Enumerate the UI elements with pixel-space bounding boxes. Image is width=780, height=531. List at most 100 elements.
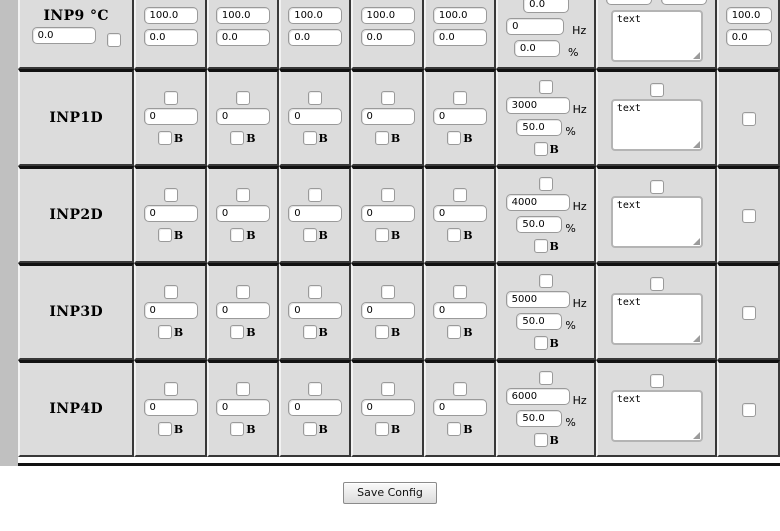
analog-col-1-low-input[interactable]: 0.0: [143, 28, 198, 46]
analog-hz-input[interactable]: 0: [506, 17, 565, 35]
inp3d-col-4-input[interactable]: 0: [360, 301, 415, 319]
inp3d-col-2-b-checkbox[interactable]: [230, 325, 245, 339]
inp1d-col-4-input[interactable]: 0: [360, 107, 415, 125]
inp3d-note-textarea[interactable]: text: [610, 293, 703, 345]
analog-col-1-high-input[interactable]: 100.0: [143, 6, 198, 24]
inp2d-col-5-checkbox[interactable]: [452, 188, 467, 202]
inp4d-col-2-checkbox[interactable]: [235, 382, 250, 396]
inp3d-last-checkbox[interactable]: [741, 306, 756, 320]
inp1d-col-3-b-checkbox[interactable]: [302, 131, 317, 145]
inp4d-col-1-checkbox[interactable]: [163, 382, 178, 396]
analog-col-3-high-input[interactable]: 100.0: [288, 6, 343, 24]
analog-col-2-low-input[interactable]: 0.0: [215, 28, 270, 46]
inp3d-col-5-checkbox[interactable]: [452, 285, 467, 299]
analog-col-5-high-input[interactable]: 100.0: [432, 6, 487, 24]
analog-note-clipped-input-2[interactable]: [661, 0, 708, 5]
inp4d-hz-input[interactable]: 6000: [505, 387, 570, 405]
analog-freq-top-input[interactable]: 0.0: [523, 0, 570, 13]
inp2d-col-4-checkbox[interactable]: [380, 188, 395, 202]
inp2d-last-checkbox[interactable]: [741, 209, 756, 223]
analog-duty-input[interactable]: 0.0: [513, 39, 560, 57]
inp1d-freq-b-checkbox[interactable]: [533, 142, 548, 156]
analog-last-high-input[interactable]: 100.0: [725, 6, 772, 24]
inp1d-col-1-b-checkbox[interactable]: [157, 131, 172, 145]
inp2d-col-1-b-checkbox[interactable]: [157, 228, 172, 242]
inp4d-col-5-b-checkbox[interactable]: [447, 422, 462, 436]
inp3d-col-5-input[interactable]: 0: [432, 301, 487, 319]
inp2d-col-5-input[interactable]: 0: [432, 204, 487, 222]
analog-col-3-low-input[interactable]: 0.0: [288, 28, 343, 46]
inp1d-hz-input[interactable]: 3000: [505, 96, 570, 114]
inp2d-note-checkbox[interactable]: [649, 179, 664, 194]
inp2d-col-2-input[interactable]: 0: [215, 204, 270, 222]
inp2d-col-4-b-checkbox[interactable]: [374, 228, 389, 242]
resize-grip-icon[interactable]: [692, 432, 700, 439]
inp4d-freq-enable-checkbox[interactable]: [539, 371, 554, 385]
inp2d-col-2-b-checkbox[interactable]: [230, 228, 245, 242]
inp4d-col-3-checkbox[interactable]: [308, 382, 323, 396]
inp1d-duty-input[interactable]: 50.0: [516, 118, 563, 136]
inp4d-col-3-input[interactable]: 0: [288, 398, 343, 416]
inp2d-duty-input[interactable]: 50.0: [516, 215, 563, 233]
analog-note-textarea[interactable]: text: [610, 10, 703, 62]
analog-col-2-high-input[interactable]: 100.0: [215, 6, 270, 24]
inp4d-col-5-checkbox[interactable]: [452, 382, 467, 396]
resize-grip-icon[interactable]: [692, 335, 700, 342]
inp1d-note-checkbox[interactable]: [649, 82, 664, 97]
inp3d-col-3-b-checkbox[interactable]: [302, 325, 317, 339]
inp1d-col-3-input[interactable]: 0: [288, 107, 343, 125]
inp4d-last-checkbox[interactable]: [741, 403, 756, 417]
inp2d-note-textarea[interactable]: text: [610, 196, 703, 248]
save-config-button[interactable]: Save Config: [343, 482, 437, 504]
inp4d-col-4-b-checkbox[interactable]: [374, 422, 389, 436]
inp4d-col-2-b-checkbox[interactable]: [230, 422, 245, 436]
inp4d-col-3-b-checkbox[interactable]: [302, 422, 317, 436]
inp3d-col-1-b-checkbox[interactable]: [157, 325, 172, 339]
inp2d-col-3-input[interactable]: 0: [288, 204, 343, 222]
inp4d-note-checkbox[interactable]: [649, 373, 664, 388]
analog-col-4-low-input[interactable]: 0.0: [360, 28, 415, 46]
inp1d-col-1-checkbox[interactable]: [163, 91, 178, 105]
inp3d-col-3-checkbox[interactable]: [308, 285, 323, 299]
inp3d-col-4-b-checkbox[interactable]: [374, 325, 389, 339]
inp1d-col-4-b-checkbox[interactable]: [374, 131, 389, 145]
inp2d-col-5-b-checkbox[interactable]: [447, 228, 462, 242]
inp4d-col-4-checkbox[interactable]: [380, 382, 395, 396]
inp1d-note-textarea[interactable]: text: [610, 99, 703, 151]
inp3d-duty-input[interactable]: 50.0: [516, 312, 563, 330]
resize-grip-icon[interactable]: [692, 141, 700, 148]
inp3d-col-1-checkbox[interactable]: [163, 285, 178, 299]
inp3d-col-1-input[interactable]: 0: [143, 301, 198, 319]
analog-col-4-high-input[interactable]: 100.0: [360, 6, 415, 24]
inp3d-col-3-input[interactable]: 0: [288, 301, 343, 319]
inp1d-col-5-input[interactable]: 0: [432, 107, 487, 125]
inp3d-col-2-input[interactable]: 0: [215, 301, 270, 319]
inp4d-col-1-b-checkbox[interactable]: [157, 422, 172, 436]
inp4d-col-2-input[interactable]: 0: [215, 398, 270, 416]
inp4d-col-1-input[interactable]: 0: [143, 398, 198, 416]
analog-note-clipped-input-1[interactable]: [606, 0, 653, 5]
inp3d-col-4-checkbox[interactable]: [380, 285, 395, 299]
resize-grip-icon[interactable]: [692, 52, 700, 59]
inp2d-col-4-input[interactable]: 0: [360, 204, 415, 222]
inp2d-freq-enable-checkbox[interactable]: [539, 177, 554, 191]
inp9-span-input[interactable]: 0.0: [31, 27, 96, 44]
inp2d-col-3-checkbox[interactable]: [308, 188, 323, 202]
inp1d-col-1-input[interactable]: 0: [143, 107, 198, 125]
inp2d-col-3-b-checkbox[interactable]: [302, 228, 317, 242]
inp1d-col-5-b-checkbox[interactable]: [447, 131, 462, 145]
inp2d-col-2-checkbox[interactable]: [235, 188, 250, 202]
inp4d-note-textarea[interactable]: text: [610, 390, 703, 442]
inp2d-hz-input[interactable]: 4000: [505, 193, 570, 211]
inp1d-col-5-checkbox[interactable]: [452, 91, 467, 105]
inp2d-col-1-input[interactable]: 0: [143, 204, 198, 222]
inp3d-note-checkbox[interactable]: [649, 276, 664, 291]
inp1d-col-2-input[interactable]: 0: [215, 107, 270, 125]
inp1d-col-3-checkbox[interactable]: [308, 91, 323, 105]
inp1d-col-4-checkbox[interactable]: [380, 91, 395, 105]
inp3d-hz-input[interactable]: 5000: [505, 290, 570, 308]
inp2d-col-1-checkbox[interactable]: [163, 188, 178, 202]
inp4d-freq-b-checkbox[interactable]: [533, 433, 548, 447]
inp1d-col-2-b-checkbox[interactable]: [230, 131, 245, 145]
inp4d-duty-input[interactable]: 50.0: [516, 409, 563, 427]
